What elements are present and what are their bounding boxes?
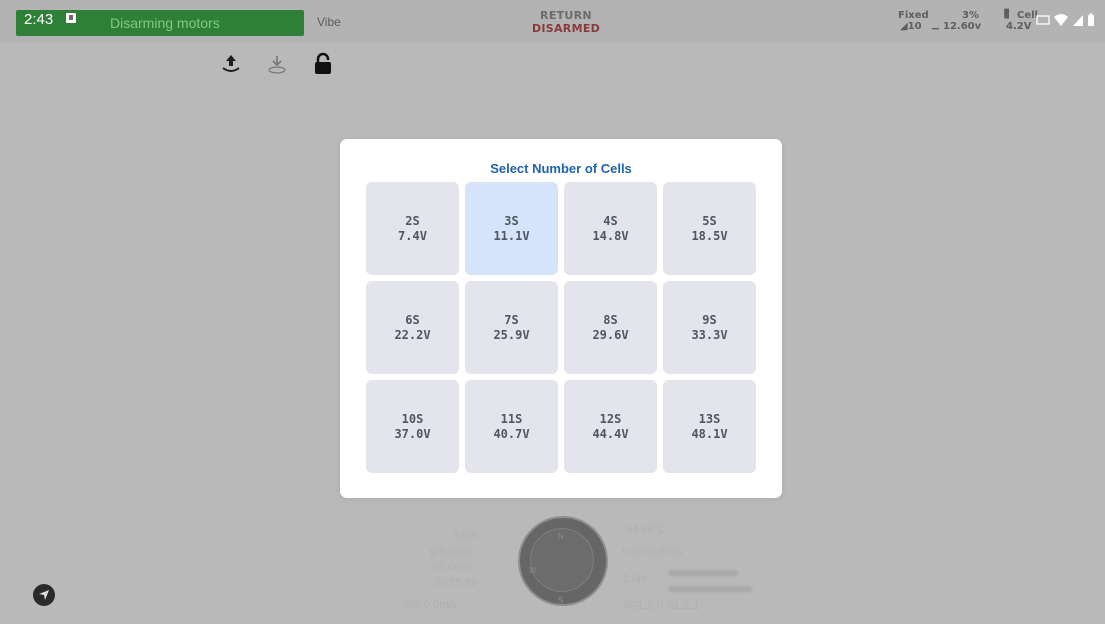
blurred-coordinates: [668, 570, 738, 576]
battery-percent: 3%: [962, 10, 979, 21]
lock-icon: [315, 52, 331, 74]
cell-count: 3S: [504, 213, 519, 228]
cell-option-4s[interactable]: 4S 14.8V: [564, 182, 657, 275]
gps-satellite-group[interactable]: ◢10: [900, 21, 922, 32]
signal-icon: [1073, 15, 1083, 26]
compass-south: S: [558, 596, 564, 605]
gps-land-icon: [268, 56, 286, 74]
cell-voltage-value: 25.9V: [493, 327, 530, 342]
upload-icon: [222, 55, 240, 72]
cell-voltage-value: 33.3V: [691, 327, 728, 342]
compass-widget: N W S: [518, 516, 608, 624]
cell-count: 13S: [698, 411, 721, 426]
navigate-icon: [39, 590, 49, 600]
cell-count: 5S: [702, 213, 717, 228]
cell-option-11s[interactable]: 11S 40.7V: [465, 380, 558, 473]
gps-land-button[interactable]: [265, 52, 289, 76]
cell-voltage-value: 37.0V: [394, 426, 431, 441]
cell-option-12s[interactable]: 12S 44.4V: [564, 380, 657, 473]
phone-battery-icon: [1088, 13, 1094, 26]
navigation-fab[interactable]: [33, 584, 55, 606]
cell-label[interactable]: Cell: [1017, 10, 1038, 21]
cell-count: 9S: [702, 312, 717, 327]
cell-count: 7S: [504, 312, 519, 327]
cell-voltage-value: 44.4V: [592, 426, 629, 441]
home-distance-readout: 2.0m: [623, 573, 648, 585]
battery-icon: ▮: [1003, 6, 1011, 21]
blurred-coordinates: [668, 586, 752, 592]
cell-option-5s[interactable]: 5S 18.5V: [663, 182, 756, 275]
cell-option-13s[interactable]: 13S 48.1V: [663, 380, 756, 473]
cell-options-grid: 2S 7.4V 3S 11.1V 4S 14.8V 5S 18.5V 6S 22.2V 7…: [366, 182, 756, 473]
clock-time: 2:43: [24, 11, 54, 28]
cell-count: 10S: [401, 411, 424, 426]
system-status-icons: [1036, 13, 1095, 27]
action-toolbar: [219, 52, 335, 76]
status-message: Disarming motors: [110, 15, 220, 31]
cell-voltage[interactable]: 4.2V: [1006, 21, 1031, 32]
cell-option-7s[interactable]: 7S 25.9V: [465, 281, 558, 374]
cell-count: 6S: [405, 312, 420, 327]
cast-icon: [1036, 15, 1050, 25]
compass-north: N: [558, 532, 564, 541]
cell-voltage-value: 48.1V: [691, 426, 728, 441]
flight-time-readout: 20:55:59: [434, 577, 477, 589]
select-cells-dialog: Select Number of Cells 2S 7.4V 3S 11.1V 4S…: [340, 139, 782, 498]
cell-voltage-value: 29.6V: [592, 327, 629, 342]
cell-voltage-value: 11.1V: [493, 228, 530, 243]
dialog-title: Select Number of Cells: [490, 161, 632, 176]
cell-option-2s[interactable]: 2S 7.4V: [366, 182, 459, 275]
cell-option-3s[interactable]: 3S 11.1V: [465, 182, 558, 275]
satellite-icon: ◢: [900, 21, 908, 32]
distance-readout: 0.0m: [453, 530, 478, 542]
cell-count: 2S: [405, 213, 420, 228]
air-speed-readout: a:0.0m/s: [430, 561, 473, 573]
gps-sat-count: 10: [907, 21, 922, 32]
cell-option-10s[interactable]: 10S 37.0V: [366, 380, 459, 473]
cell-count: 4S: [603, 213, 618, 228]
arm-state: DISARMED: [531, 22, 601, 35]
altitude-readout: 0.0m 0.0m/s: [622, 546, 683, 558]
agl-readout: AGL:0.0 GL:2.1: [623, 600, 700, 612]
cell-voltage-value: 22.2V: [394, 327, 431, 342]
cell-count: 8S: [603, 312, 618, 327]
cell-option-8s[interactable]: 8S 29.6V: [564, 281, 657, 374]
flight-mode[interactable]: RETURN: [536, 9, 596, 22]
upload-mission-button[interactable]: [219, 52, 243, 76]
battery-bar-icon: ▁: [932, 20, 939, 30]
temperature-readout: 34.98°C: [626, 524, 666, 536]
cell-voltage-value: 7.4V: [398, 228, 427, 243]
throttle-climb-readout: 0% 0.0m/s: [405, 599, 457, 611]
compass-west: W: [529, 566, 537, 575]
gps-fix-label: Fixed: [898, 10, 929, 21]
wifi-icon: [1054, 14, 1068, 26]
arm-lock-button[interactable]: [311, 52, 335, 76]
cell-option-9s[interactable]: 9S 33.3V: [663, 281, 756, 374]
cell-count: 11S: [500, 411, 523, 426]
notification-icon: [66, 13, 76, 23]
cell-count: 12S: [599, 411, 622, 426]
cell-voltage-value: 14.8V: [592, 228, 629, 243]
vibe-indicator[interactable]: Vibe: [317, 15, 341, 29]
cell-voltage-value: 40.7V: [493, 426, 530, 441]
cell-option-6s[interactable]: 6S 22.2V: [366, 281, 459, 374]
ground-speed-readout: g:0.0m/s: [430, 546, 473, 558]
cell-voltage-value: 18.5V: [691, 228, 728, 243]
battery-voltage: 12.60v: [943, 21, 982, 32]
